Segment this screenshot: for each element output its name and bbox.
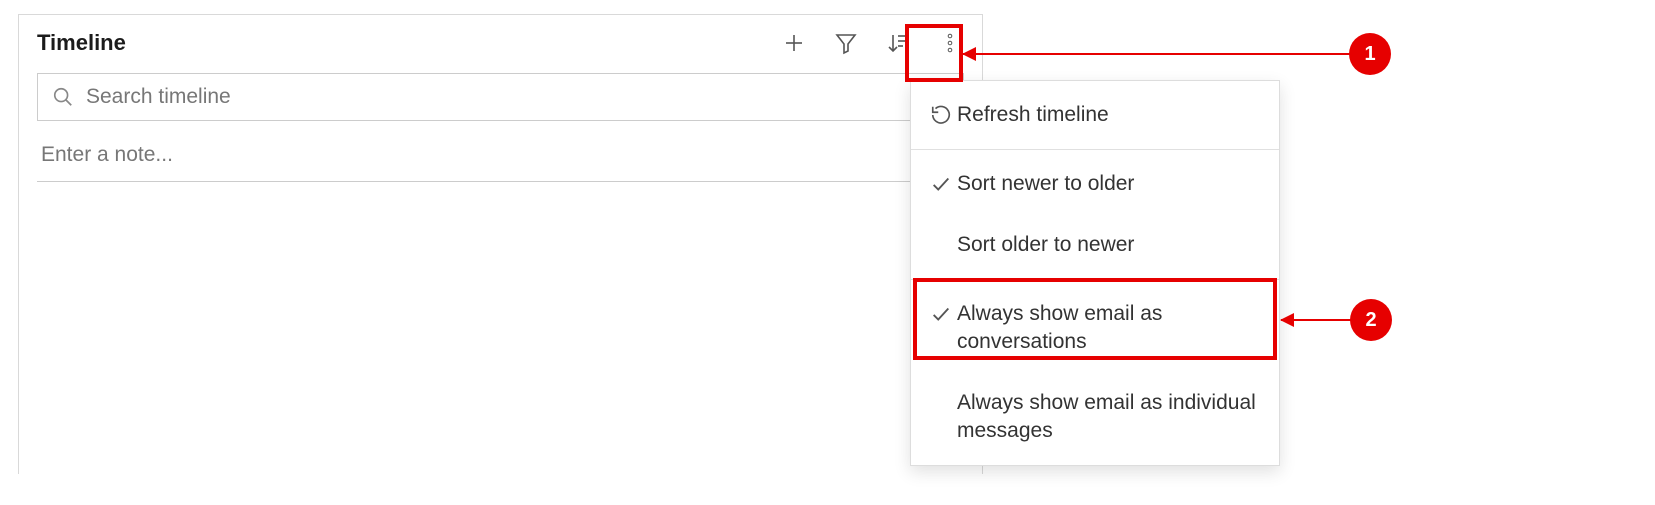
add-button[interactable] xyxy=(780,29,808,57)
search-input[interactable] xyxy=(86,85,949,109)
callout-arrow-2 xyxy=(1281,319,1352,321)
more-vertical-icon xyxy=(938,31,962,55)
timeline-toolbar xyxy=(780,29,964,57)
sort-button[interactable] xyxy=(884,29,912,57)
menu-email-conversations-label: Always show email as conversations xyxy=(957,300,1261,357)
check-icon xyxy=(930,173,952,195)
more-dropdown-menu: Refresh timeline Sort newer to older Sor… xyxy=(910,80,1280,466)
menu-sort-newer[interactable]: Sort newer to older xyxy=(911,154,1279,214)
plus-icon xyxy=(782,31,806,55)
menu-section: Refresh timeline xyxy=(911,81,1279,149)
refresh-icon xyxy=(930,104,952,126)
menu-refresh[interactable]: Refresh timeline xyxy=(911,85,1279,145)
more-button[interactable] xyxy=(936,29,964,57)
menu-sort-newer-label: Sort newer to older xyxy=(957,170,1261,198)
menu-sort-older[interactable]: Sort older to newer xyxy=(911,215,1279,275)
menu-section: Always show email as conversations Alway… xyxy=(911,280,1279,465)
note-box[interactable] xyxy=(37,135,964,182)
filter-button[interactable] xyxy=(832,29,860,57)
timeline-title: Timeline xyxy=(37,30,126,56)
menu-email-individual[interactable]: Always show email as individual messages xyxy=(911,373,1279,462)
menu-sort-older-label: Sort older to newer xyxy=(957,231,1261,259)
sort-icon xyxy=(886,31,910,55)
callout-badge-2: 2 xyxy=(1350,299,1392,341)
menu-refresh-label: Refresh timeline xyxy=(957,101,1261,129)
filter-icon xyxy=(834,31,858,55)
check-icon xyxy=(930,303,952,325)
search-box[interactable] xyxy=(37,73,964,121)
timeline-header: Timeline xyxy=(19,15,982,67)
callout-badge-1: 1 xyxy=(1349,33,1391,75)
timeline-panel: Timeline xyxy=(18,14,983,474)
menu-section: Sort newer to older Sort older to newer xyxy=(911,150,1279,279)
search-icon xyxy=(52,86,74,108)
callout-arrow-1 xyxy=(963,53,1351,55)
menu-email-conversations[interactable]: Always show email as conversations xyxy=(911,284,1279,373)
note-input[interactable] xyxy=(41,143,960,167)
menu-email-individual-label: Always show email as individual messages xyxy=(957,389,1261,446)
